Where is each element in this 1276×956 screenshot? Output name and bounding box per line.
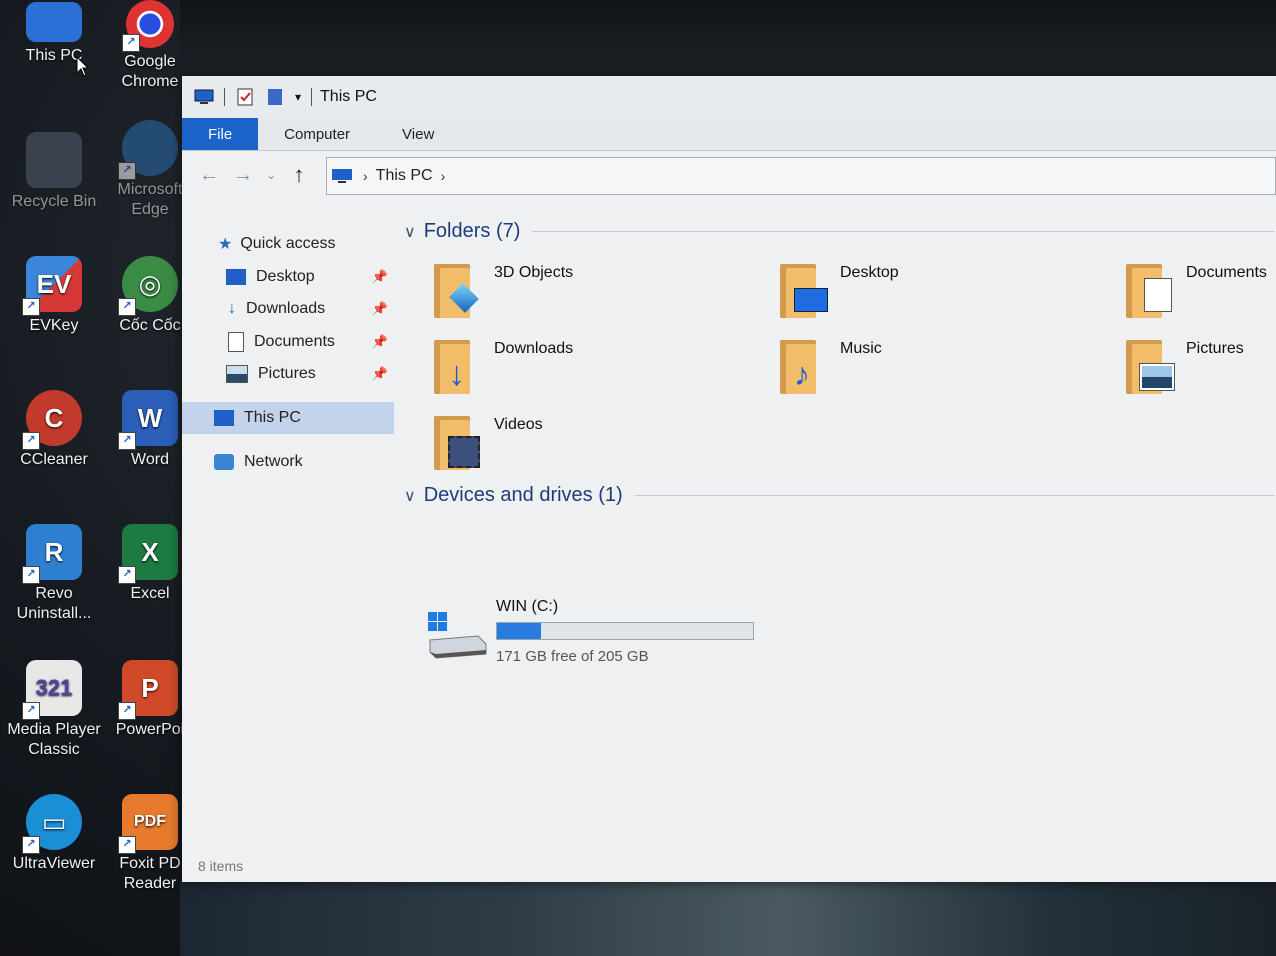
nav-desktop[interactable]: Desktop 📌 xyxy=(182,261,394,293)
downloads-folder-icon: ↓ xyxy=(432,338,484,398)
recycle-bin-icon xyxy=(26,132,82,188)
folder-3d-objects[interactable]: 3D Objects xyxy=(432,262,772,332)
divider xyxy=(634,495,1274,496)
chrome-icon: ↗ xyxy=(122,0,174,52)
monitor-icon xyxy=(26,2,82,42)
content-pane: ∨ Folders (7) 3D Objects Desktop Documen… xyxy=(404,216,1276,856)
drive-usage-fill xyxy=(497,623,541,639)
navigation-bar: ← → ⌄ ↑ › This PC › xyxy=(182,152,1276,198)
back-arrow-icon[interactable]: ← xyxy=(192,164,226,187)
recent-locations-chevron-icon[interactable]: ⌄ xyxy=(260,168,282,182)
pin-icon[interactable]: 📌 xyxy=(372,269,388,285)
desktop-icon-ultraviewer[interactable]: ▭ ↗ UltraViewer xyxy=(4,794,104,874)
evkey-icon: EV ↗ xyxy=(22,256,82,316)
up-arrow-icon[interactable]: ↑ xyxy=(282,162,316,188)
desktop-folder-icon xyxy=(778,262,830,322)
desktop-icon xyxy=(226,269,246,285)
pin-icon[interactable]: 📌 xyxy=(372,301,388,317)
tab-file[interactable]: File xyxy=(182,118,259,150)
document-icon xyxy=(228,332,244,352)
title-bar: ▾ This PC xyxy=(182,76,1276,118)
nav-this-pc[interactable]: This PC xyxy=(182,402,394,434)
toolbar-separator xyxy=(224,88,225,106)
music-folder-icon: ♪ xyxy=(778,338,830,398)
folders-group-header[interactable]: ∨ Folders (7) xyxy=(404,220,1274,243)
quick-access-toolbar: ▾ xyxy=(182,88,313,106)
wallpaper-top xyxy=(180,0,1276,78)
customize-toolbar-icon[interactable]: ▾ xyxy=(295,90,301,104)
toolbar-separator xyxy=(311,88,313,106)
coc-coc-icon: ◎ ↗ xyxy=(118,256,178,316)
nav-network[interactable]: Network xyxy=(182,446,394,478)
computer-icon xyxy=(332,169,352,183)
breadcrumb-this-pc[interactable]: This PC xyxy=(376,167,433,185)
chevron-down-icon[interactable]: ∨ xyxy=(404,222,416,242)
ultraviewer-icon: ▭ ↗ xyxy=(22,794,82,854)
desktop-icon-ccleaner[interactable]: C ↗ CCleaner xyxy=(4,390,104,470)
pictures-folder-icon xyxy=(1124,338,1176,398)
drive-usage-bar xyxy=(496,622,754,640)
download-arrow-icon: ↓ xyxy=(228,300,236,317)
wallpaper-bottom xyxy=(180,880,1276,956)
window-title: This PC xyxy=(320,88,377,105)
desktop-icon-recycle-bin[interactable]: Recycle Bin xyxy=(4,132,104,212)
status-bar-item-count: 8 items xyxy=(198,858,244,874)
mouse-cursor-icon xyxy=(76,56,90,77)
devices-group-header[interactable]: ∨ Devices and drives (1) xyxy=(404,484,1274,507)
computer-icon xyxy=(214,410,234,426)
drive-name: WIN (C:) xyxy=(496,598,559,615)
navigation-pane: ★ Quick access Desktop 📌 ↓ Downloads 📌 D… xyxy=(182,226,394,846)
computer-icon xyxy=(194,89,214,104)
folder-downloads[interactable]: ↓ Downloads xyxy=(432,338,772,408)
network-icon xyxy=(214,454,234,470)
revo-uninstaller-icon: R ↗ xyxy=(22,524,82,584)
desktop-icon-revo[interactable]: R ↗ Revo Uninstall... xyxy=(4,524,104,624)
desktop-icon-media-player-classic[interactable]: 321 ↗ Media Player Classic xyxy=(4,660,104,760)
tab-view[interactable]: View xyxy=(376,118,460,150)
media-player-classic-icon: 321 ↗ xyxy=(22,660,82,720)
ribbon-tabs: File Computer View xyxy=(182,118,1276,151)
hard-drive-icon xyxy=(426,612,488,666)
breadcrumb-chevron-icon[interactable]: › xyxy=(441,168,446,184)
file-explorer-window: ▾ This PC File Computer View ← → ⌄ ↑ › T… xyxy=(182,76,1276,882)
nav-pictures[interactable]: Pictures 📌 xyxy=(182,358,394,390)
ccleaner-icon: C ↗ xyxy=(22,390,82,450)
folder-documents[interactable]: Documents xyxy=(1124,262,1276,332)
breadcrumb-chevron-icon[interactable]: › xyxy=(363,168,368,184)
pin-icon[interactable]: 📌 xyxy=(372,334,388,350)
drive-win-c[interactable]: WIN (C:) 171 GB free of 205 GB xyxy=(426,598,754,666)
forward-arrow-icon[interactable]: → xyxy=(226,164,260,187)
nav-documents[interactable]: Documents 📌 xyxy=(182,326,394,358)
powerpoint-icon: P ↗ xyxy=(118,660,178,720)
documents-folder-icon xyxy=(1124,262,1176,322)
chevron-down-icon[interactable]: ∨ xyxy=(404,486,416,506)
divider xyxy=(532,231,1274,232)
folder-videos[interactable]: Videos xyxy=(432,414,772,484)
nav-downloads[interactable]: ↓ Downloads 📌 xyxy=(182,293,394,325)
tab-computer[interactable]: Computer xyxy=(258,118,376,150)
folder-music[interactable]: ♪ Music xyxy=(778,338,1118,408)
address-bar[interactable]: › This PC › xyxy=(326,157,1276,195)
foxit-pdf-icon: PDF ↗ xyxy=(118,794,178,854)
star-icon: ★ xyxy=(218,236,233,253)
pin-icon[interactable]: 📌 xyxy=(372,366,388,382)
desktop-icon-evkey[interactable]: EV ↗ EVKey xyxy=(4,256,104,336)
excel-icon: X ↗ xyxy=(118,524,178,584)
folder-desktop[interactable]: Desktop xyxy=(778,262,1118,332)
nav-quick-access[interactable]: ★ Quick access xyxy=(182,228,394,260)
videos-folder-icon xyxy=(432,414,484,474)
drive-free-space: 171 GB free of 205 GB xyxy=(496,648,649,665)
3d-objects-folder-icon xyxy=(432,262,484,322)
word-icon: W ↗ xyxy=(118,390,178,450)
new-folder-icon[interactable] xyxy=(265,88,285,106)
pictures-icon xyxy=(226,365,248,383)
properties-icon[interactable] xyxy=(235,88,255,106)
folder-pictures[interactable]: Pictures xyxy=(1124,338,1276,408)
edge-icon: ↗ xyxy=(118,120,178,180)
